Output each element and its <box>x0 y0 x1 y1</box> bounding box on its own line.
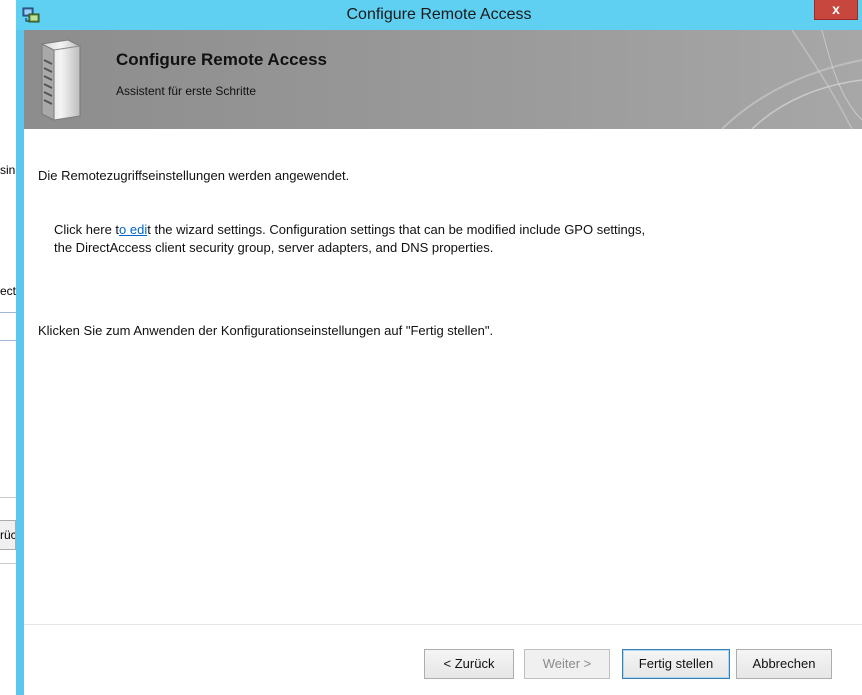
window-title: Configure Remote Access <box>346 6 532 23</box>
back-button[interactable]: < Zurück <box>424 649 514 679</box>
background-divider <box>0 497 16 498</box>
close-button[interactable]: x <box>814 0 858 20</box>
header-title: Configure Remote Access <box>116 50 327 69</box>
background-text-fragment: sin <box>0 163 16 177</box>
wizard-window: Configure Remote Access x Configure Remo… <box>16 0 862 695</box>
finish-hint: Klicken Sie zum Anwenden der Konfigurati… <box>38 323 494 338</box>
header-subtitle: Assistent für erste Schritte <box>116 84 257 98</box>
background-text-fragment: ect <box>0 284 16 298</box>
title-bar[interactable]: Configure Remote Access x <box>16 0 862 30</box>
edit-settings-prefix: Click here t <box>54 222 120 237</box>
background-divider <box>0 563 16 564</box>
next-button[interactable]: Weiter > <box>524 649 610 679</box>
finish-button[interactable]: Fertig stellen <box>622 649 730 679</box>
cancel-button[interactable]: Abbrechen <box>736 649 832 679</box>
button-area-divider <box>24 624 862 625</box>
background-divider <box>0 312 16 313</box>
wizard-client-area: Configure Remote Access Assistent für er… <box>24 30 862 695</box>
edit-settings-line-2: the DirectAccess client security group, … <box>54 240 494 255</box>
edit-settings-line-1: Click here to edit the wizard settings. … <box>54 221 645 239</box>
server-icon <box>41 39 81 121</box>
background-back-button[interactable]: rück <box>0 520 16 550</box>
wizard-content: Die Remotezugriffseinstellungen werden a… <box>24 129 862 695</box>
edit-settings-suffix: t the wizard settings. Configuration set… <box>147 222 646 237</box>
background-divider <box>0 340 16 341</box>
wizard-header: Configure Remote Access Assistent für er… <box>24 30 862 129</box>
edit-settings-link[interactable]: o edi <box>119 222 147 237</box>
status-text: Die Remotezugriffseinstellungen werden a… <box>38 168 350 183</box>
header-decoration <box>721 30 862 129</box>
